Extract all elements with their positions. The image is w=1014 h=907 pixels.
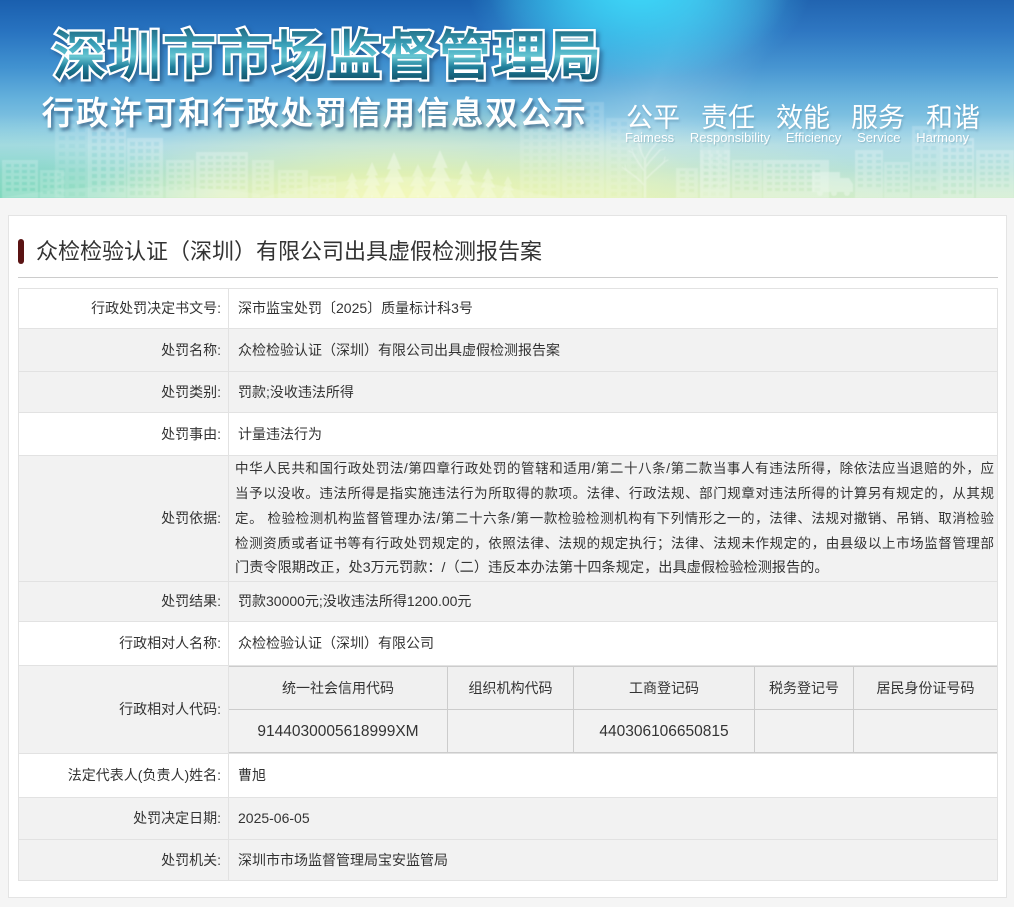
svg-text:深圳市市场监督管理局: 深圳市市场监督管理局	[53, 27, 603, 86]
